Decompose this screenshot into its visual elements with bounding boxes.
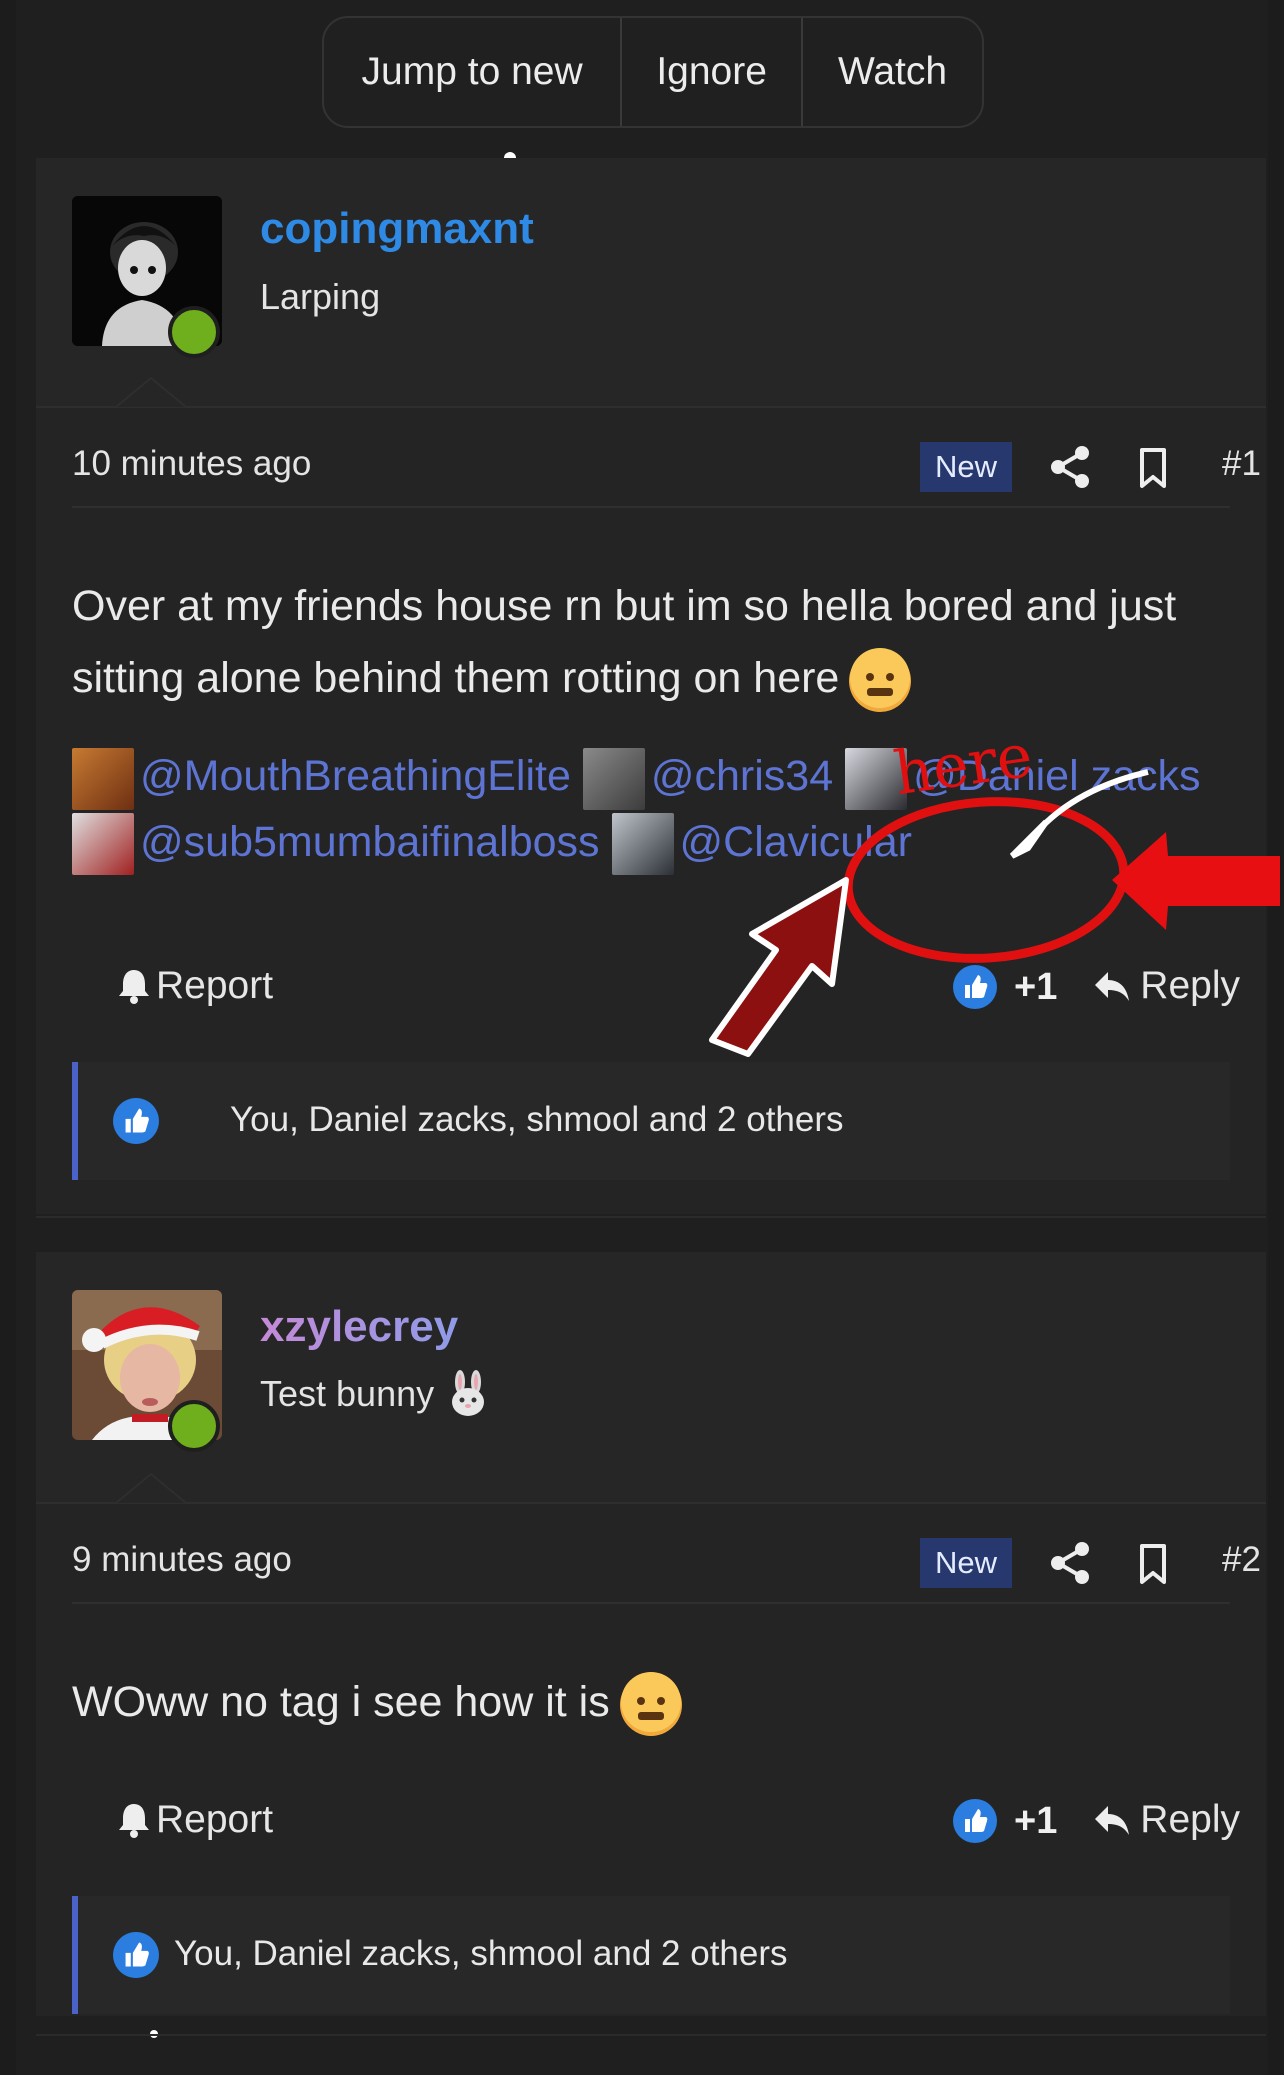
post-author-header: copingmaxnt Larping xyxy=(36,158,1266,408)
watch-button[interactable]: Watch xyxy=(803,18,982,126)
post-text: WOww no tag i see how it is xyxy=(72,1678,610,1726)
new-badge: New xyxy=(920,442,1012,492)
post-time[interactable]: 9 minutes ago xyxy=(72,1540,292,1580)
mention-link[interactable]: @chris34 xyxy=(582,747,833,810)
likes-summary-text: You, Daniel zacks, shmool and 2 others xyxy=(230,1100,844,1139)
user-title: Test bunny xyxy=(260,1370,490,1418)
username[interactable]: xzylecrey xyxy=(260,1302,458,1352)
mention-link-clavicular[interactable]: @Clavicular xyxy=(611,813,912,876)
like-button[interactable]: +1 xyxy=(952,1798,1057,1844)
post: xzylecrey Test bunny 9 minutes ago New #… xyxy=(36,1252,1266,2016)
jump-to-new-button[interactable]: Jump to new xyxy=(324,18,623,126)
bell-icon xyxy=(119,970,149,1004)
username[interactable]: copingmaxnt xyxy=(260,204,534,254)
like-button[interactable]: +1 xyxy=(952,964,1057,1010)
bell-icon xyxy=(119,1804,149,1838)
rabbit-emoji-icon xyxy=(446,1370,490,1418)
post-text: Over at my friends house rn but im so he… xyxy=(72,582,1177,702)
likes-summary-bar[interactable]: You, Daniel zacks, shmool and 2 others xyxy=(72,1062,1230,1180)
thread-toolbar: Jump to new Ignore Watch xyxy=(322,16,984,128)
grimace-emoji-icon xyxy=(847,647,913,714)
post-meta: 9 minutes ago New #2 xyxy=(72,1522,1261,1604)
thumbs-up-icon xyxy=(953,965,997,1009)
post: copingmaxnt Larping 10 minutes ago New #… xyxy=(36,158,1266,1214)
mentions-list: @MouthBreathingElite @chris34 @Daniel za… xyxy=(72,744,1242,876)
reply-arrow-icon xyxy=(1095,972,1130,1001)
thumbs-up-icon xyxy=(953,1799,997,1843)
post-meta: 10 minutes ago New #1 xyxy=(72,426,1261,508)
thumbs-up-icon xyxy=(113,1098,159,1144)
post-actions: Report +1 Reply xyxy=(72,1792,1240,1862)
post-number[interactable]: #1 xyxy=(1222,444,1261,484)
mention-link[interactable]: @sub5mumbaifinalboss xyxy=(72,813,600,876)
header-notch xyxy=(116,1472,186,1504)
header-notch xyxy=(116,376,186,408)
post-separator xyxy=(36,2034,1266,2036)
post-number[interactable]: #2 xyxy=(1222,1540,1261,1580)
share-icon[interactable] xyxy=(1046,1538,1096,1588)
bookmark-icon[interactable] xyxy=(1128,1538,1178,1588)
reply-arrow-icon xyxy=(1095,1806,1130,1835)
report-button[interactable]: Report xyxy=(116,964,273,1008)
post-body: WOww no tag i see how it is xyxy=(72,1666,1242,1738)
likes-summary-text: You, Daniel zacks, shmool and 2 others xyxy=(174,1934,788,1973)
post-body: Over at my friends house rn but im so he… xyxy=(72,570,1242,714)
post-author-header: xzylecrey Test bunny xyxy=(36,1252,1266,1504)
ignore-button[interactable]: Ignore xyxy=(622,18,804,126)
share-icon[interactable] xyxy=(1046,442,1096,492)
reply-button[interactable]: Reply xyxy=(1092,1798,1240,1842)
reply-button[interactable]: Reply xyxy=(1092,964,1240,1008)
post-actions: Report +1 Reply xyxy=(72,958,1240,1028)
thumbs-up-icon xyxy=(113,1932,159,1978)
mention-link[interactable]: @MouthBreathingElite xyxy=(72,747,571,810)
post-separator xyxy=(36,1216,1266,1218)
online-status-indicator xyxy=(168,1400,220,1452)
new-badge: New xyxy=(920,1538,1012,1588)
report-button[interactable]: Report xyxy=(116,1798,273,1842)
online-status-indicator xyxy=(168,306,220,358)
user-title: Larping xyxy=(260,276,381,317)
post-time[interactable]: 10 minutes ago xyxy=(72,444,311,484)
bookmark-icon[interactable] xyxy=(1128,442,1178,492)
grimace-emoji-icon xyxy=(618,1671,684,1738)
likes-summary-bar[interactable]: You, Daniel zacks, shmool and 2 others xyxy=(72,1896,1230,2014)
